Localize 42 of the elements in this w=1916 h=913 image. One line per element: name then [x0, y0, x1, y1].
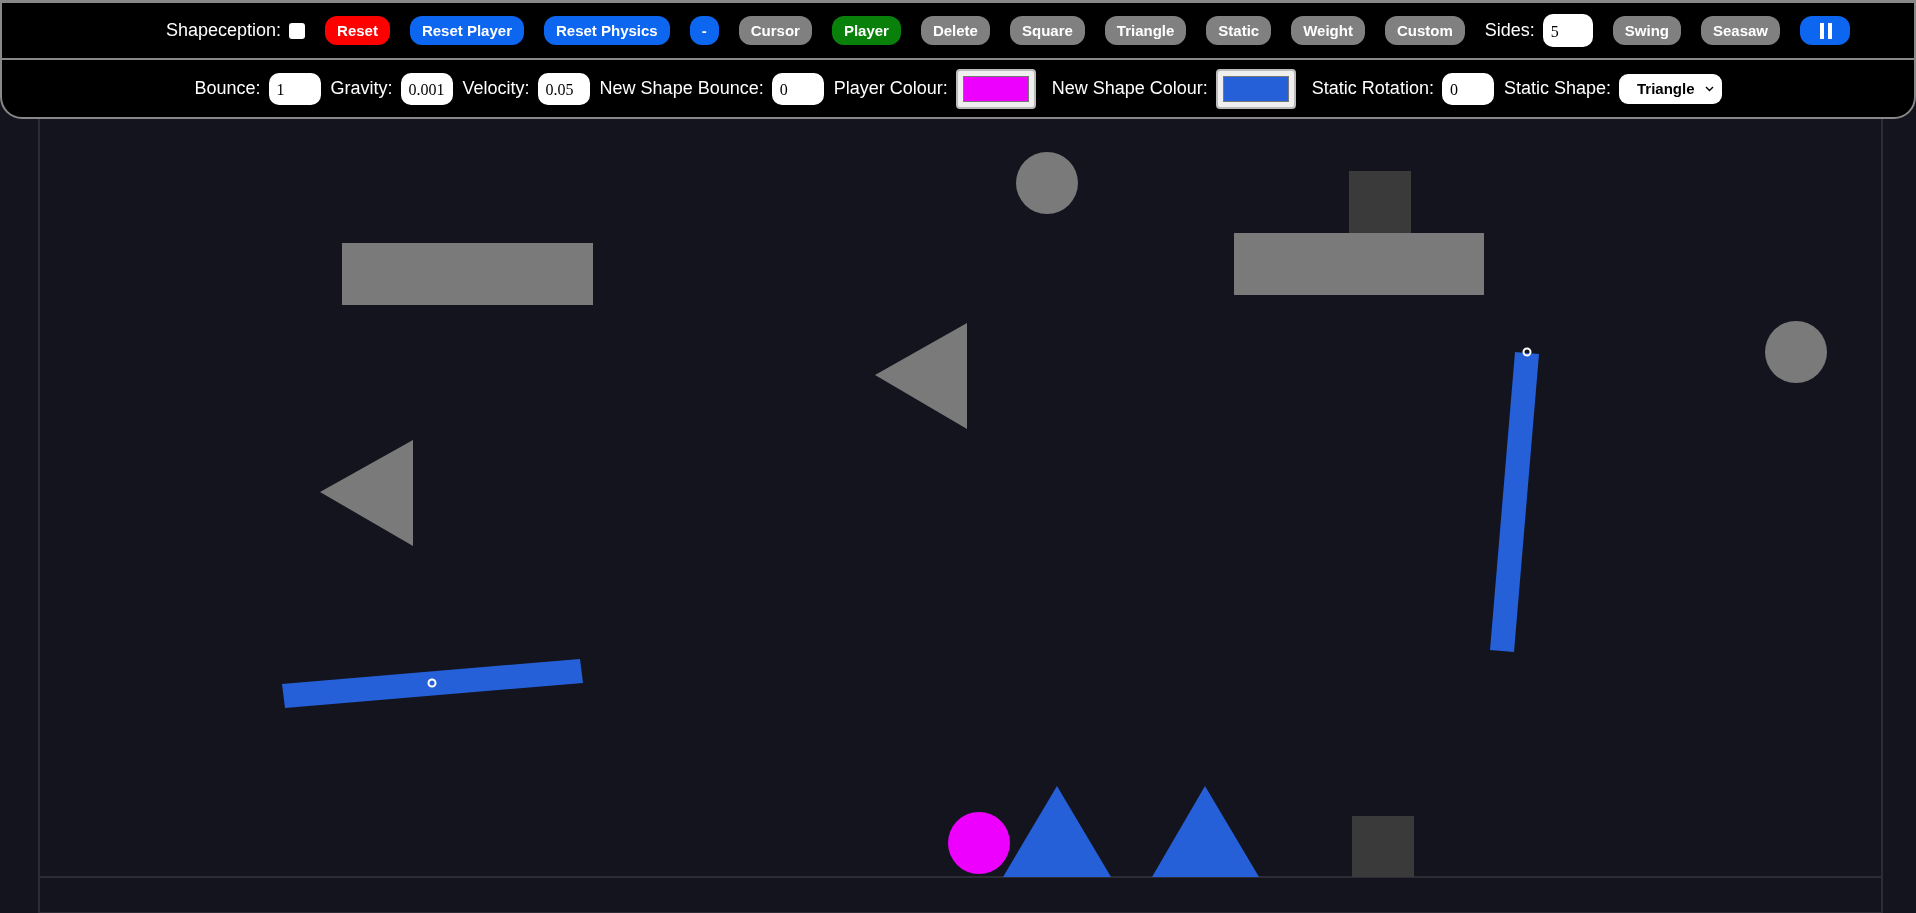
colour-picker[interactable] — [1215, 68, 1296, 109]
colour-picker[interactable] — [955, 68, 1036, 109]
mode-button[interactable]: Delete — [920, 16, 990, 45]
circle-shape — [1016, 152, 1078, 214]
setting-label: Player Colour: — [833, 78, 948, 99]
mode-button[interactable]: Custom — [1384, 16, 1465, 45]
mode-button[interactable]: Weight — [1291, 16, 1365, 45]
mode-button[interactable]: Cursor — [738, 16, 812, 45]
setting-field[interactable]: 0.001 — [400, 72, 453, 105]
setting-label: Bounce: — [194, 78, 261, 99]
mode-button[interactable]: Triangle — [1104, 16, 1187, 45]
shapeception-label: Shapeception: — [165, 20, 282, 41]
circle-shape — [1765, 321, 1827, 383]
setting-field[interactable]: 0 — [1441, 72, 1494, 105]
action-button[interactable]: Reset Physics — [543, 16, 670, 45]
sides-field[interactable]: 5 — [1542, 14, 1593, 47]
setting-label: Gravity: — [330, 78, 393, 99]
mode-button[interactable]: Player — [831, 16, 901, 45]
mode-button[interactable]: Seasaw — [1701, 16, 1781, 45]
square-shape — [1349, 171, 1411, 233]
setting-field[interactable]: 0 — [771, 72, 824, 105]
setting-label: Static Rotation: — [1311, 78, 1434, 99]
mode-button[interactable]: Square — [1009, 16, 1085, 45]
shapeception-checkbox[interactable] — [289, 22, 306, 39]
setting-label: Velocity: — [462, 78, 530, 99]
caret-icon — [1704, 85, 1714, 92]
setting-field[interactable]: 1 — [268, 72, 321, 105]
setting-label: New Shape Bounce: — [599, 78, 764, 99]
setting-field[interactable]: 0.05 — [537, 72, 590, 105]
pause-button[interactable] — [1800, 16, 1851, 45]
action-button[interactable]: - — [689, 16, 719, 45]
sides-label: Sides: — [1484, 20, 1535, 41]
player-ball — [948, 812, 1010, 874]
action-button[interactable]: Reset — [325, 16, 390, 45]
shape-dropdown[interactable]: Triangle — [1619, 73, 1722, 104]
pause-icon — [1818, 22, 1833, 39]
action-button[interactable]: Reset Player — [409, 16, 524, 45]
setting-label: New Shape Colour: — [1051, 78, 1208, 99]
square-shape — [1352, 816, 1414, 877]
mode-button[interactable]: Static — [1206, 16, 1272, 45]
mode-button[interactable]: Swing — [1612, 16, 1681, 45]
setting-label: Static Shape: — [1503, 78, 1611, 99]
